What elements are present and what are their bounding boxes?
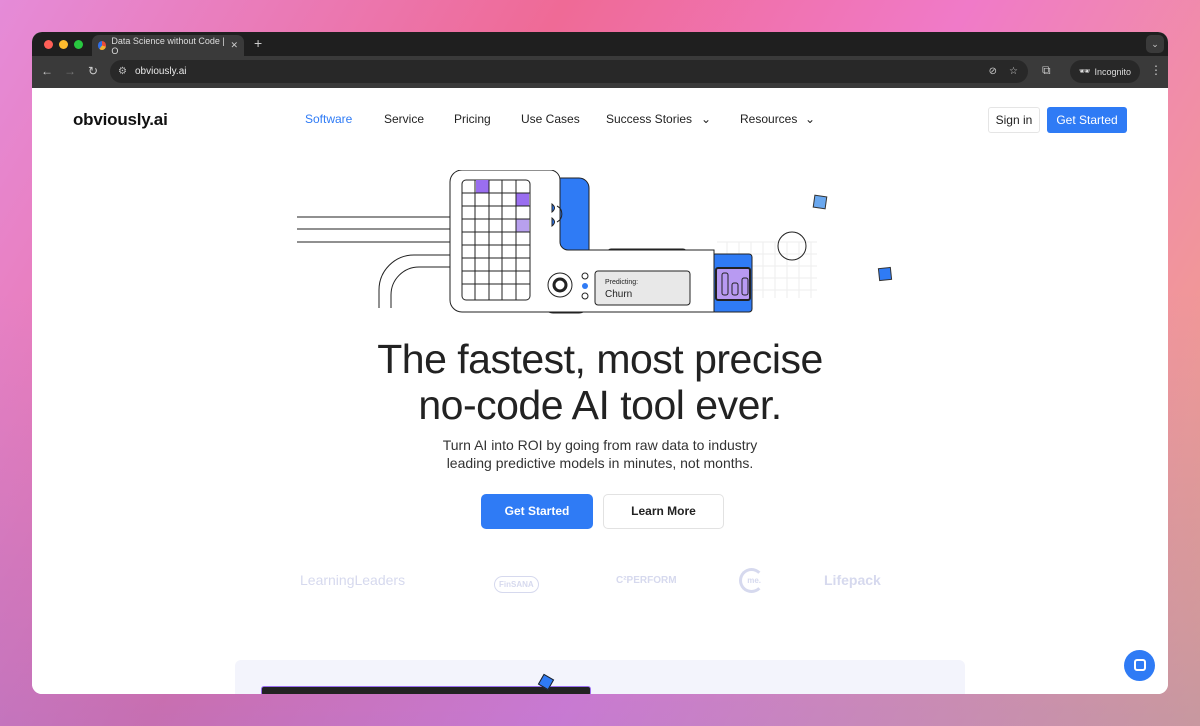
logo[interactable]: obviously.ai bbox=[73, 110, 168, 130]
sign-in-button[interactable]: Sign in bbox=[988, 107, 1040, 133]
decor-square bbox=[877, 266, 893, 282]
new-tab-icon[interactable]: + bbox=[254, 35, 262, 51]
logo-c2perform: C²PERFORM bbox=[616, 575, 677, 586]
url-text: obviously.ai bbox=[134, 66, 187, 77]
logo-learningleaders: LearningLeaders bbox=[300, 572, 406, 588]
tab-bar: Data Science without Code | O ✕ + ⌄ bbox=[32, 32, 1168, 56]
product-preview-window bbox=[261, 686, 591, 694]
nav-pricing[interactable]: Pricing bbox=[454, 112, 491, 126]
minimize-window-icon[interactable] bbox=[59, 40, 68, 49]
chevron-down-icon[interactable]: ⌄ bbox=[805, 112, 815, 126]
input-lines bbox=[297, 216, 452, 308]
web-page: obviously.ai Software Service Pricing Us… bbox=[32, 88, 1168, 694]
extensions-icon[interactable]: ⧉ bbox=[1042, 63, 1051, 78]
predicting-label: Predicting: bbox=[605, 279, 638, 286]
predicting-value: Churn bbox=[605, 289, 632, 300]
site-settings-icon[interactable]: ⚙ bbox=[118, 66, 127, 77]
decor-square bbox=[812, 194, 828, 210]
logo-finsana: FinSANA bbox=[494, 576, 539, 593]
back-icon[interactable]: ← bbox=[41, 64, 53, 78]
close-tab-icon[interactable]: ✕ bbox=[230, 40, 238, 51]
hero-title: The fastest, most precise no-code AI tool… bbox=[32, 336, 1168, 428]
incognito-badge[interactable]: 🕶 Incognito bbox=[1070, 60, 1140, 83]
title-line: no-code AI tool ever. bbox=[418, 382, 782, 428]
close-window-icon[interactable] bbox=[44, 40, 53, 49]
forward-icon[interactable]: → bbox=[64, 64, 76, 78]
browser-window: Data Science without Code | O ✕ + ⌄ ← → ↻… bbox=[32, 32, 1168, 694]
hero-illustration: Predicting: Churn bbox=[297, 170, 893, 314]
title-line: The fastest, most precise bbox=[377, 336, 823, 382]
chevron-down-icon[interactable]: ⌄ bbox=[701, 112, 711, 126]
get-started-cta[interactable]: Get Started bbox=[481, 494, 593, 529]
nav-software[interactable]: Software bbox=[305, 112, 352, 126]
get-started-button[interactable]: Get Started bbox=[1047, 107, 1127, 133]
nav-service[interactable]: Service bbox=[384, 112, 424, 126]
nav-use-cases[interactable]: Use Cases bbox=[521, 112, 580, 126]
eye-off-icon[interactable]: ⊘ bbox=[989, 66, 997, 77]
incognito-label: Incognito bbox=[1094, 66, 1131, 77]
subtitle-line: leading predictive models in minutes, no… bbox=[446, 455, 754, 471]
maximize-window-icon[interactable] bbox=[74, 40, 83, 49]
reload-icon[interactable]: ↻ bbox=[88, 64, 98, 78]
learn-more-button[interactable]: Learn More bbox=[603, 494, 724, 529]
incognito-icon: 🕶 bbox=[1079, 66, 1091, 76]
chat-widget-button[interactable] bbox=[1124, 650, 1155, 681]
favicon-icon bbox=[98, 41, 107, 50]
address-bar[interactable]: ⚙ obviously.ai ⊘ ☆ bbox=[110, 60, 1028, 83]
nav-resources[interactable]: Resources bbox=[740, 112, 797, 126]
nav-success-stories[interactable]: Success Stories bbox=[606, 112, 692, 126]
browser-toolbar: ← → ↻ ⚙ obviously.ai ⊘ ☆ ⧉ 🕶 Incognito ⋮ bbox=[32, 56, 1168, 88]
chat-icon bbox=[1134, 659, 1146, 671]
subtitle-line: Turn AI into ROI by going from raw data … bbox=[442, 437, 758, 453]
tab-search-icon[interactable]: ⌄ bbox=[1146, 35, 1164, 53]
menu-icon[interactable]: ⋮ bbox=[1150, 63, 1162, 77]
tab-title: Data Science without Code | O bbox=[111, 35, 225, 56]
bookmark-star-icon[interactable]: ☆ bbox=[1009, 66, 1018, 77]
logo-me: me. bbox=[739, 568, 764, 593]
browser-tab[interactable]: Data Science without Code | O ✕ bbox=[92, 35, 244, 56]
hero-subtitle: Turn AI into ROI by going from raw data … bbox=[32, 436, 1168, 472]
logo-lifepack: Lifepack bbox=[824, 572, 881, 588]
